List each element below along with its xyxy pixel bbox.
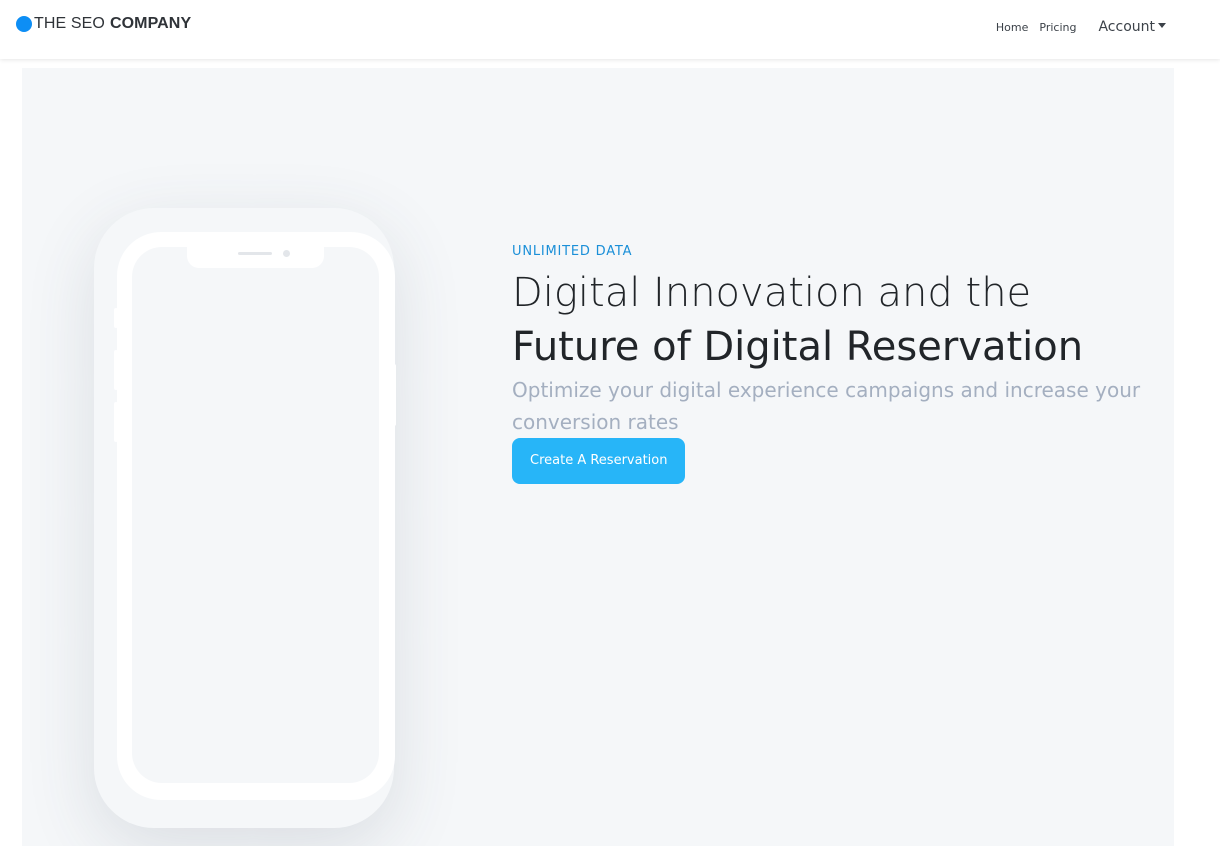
headline-strong-part: Future of Digital Reservation [512, 324, 1084, 370]
caret-down-icon [1158, 23, 1166, 28]
hero-content: UNLIMITED DATA Digital Innovation and th… [512, 244, 1162, 484]
brand-logo[interactable]: THE SEO COMPANY [16, 15, 191, 33]
hero-subheadline: Optimize your digital experience campaig… [512, 378, 1141, 434]
hero-eyebrow: UNLIMITED DATA [512, 244, 633, 259]
phone-notch [187, 246, 324, 268]
hero-section: UNLIMITED DATA Digital Innovation and th… [22, 68, 1174, 846]
phone-speaker [238, 252, 272, 255]
nav-home-link[interactable]: Home [996, 21, 1028, 34]
hero-headline: Digital Innovation and the Future of Dig… [512, 266, 1162, 374]
brand-name-light: THE SEO [34, 15, 105, 32]
nav-pricing-link[interactable]: Pricing [1039, 21, 1076, 34]
create-reservation-button[interactable]: Create A Reservation [512, 438, 686, 484]
nav-account-dropdown[interactable]: Account [1098, 19, 1166, 35]
nav-links: Home Pricing Account [985, 19, 1166, 35]
navbar: THE SEO COMPANY Home Pricing Account [0, 0, 1220, 59]
logo-circle-icon [16, 16, 32, 32]
phone-camera-icon [283, 250, 290, 257]
phone-mockup [117, 232, 395, 800]
phone-screen [132, 247, 379, 783]
brand-name-bold: COMPANY [109, 15, 192, 32]
headline-light-part: Digital Innovation and the [512, 270, 1032, 316]
nav-account-label: Account [1098, 19, 1155, 35]
